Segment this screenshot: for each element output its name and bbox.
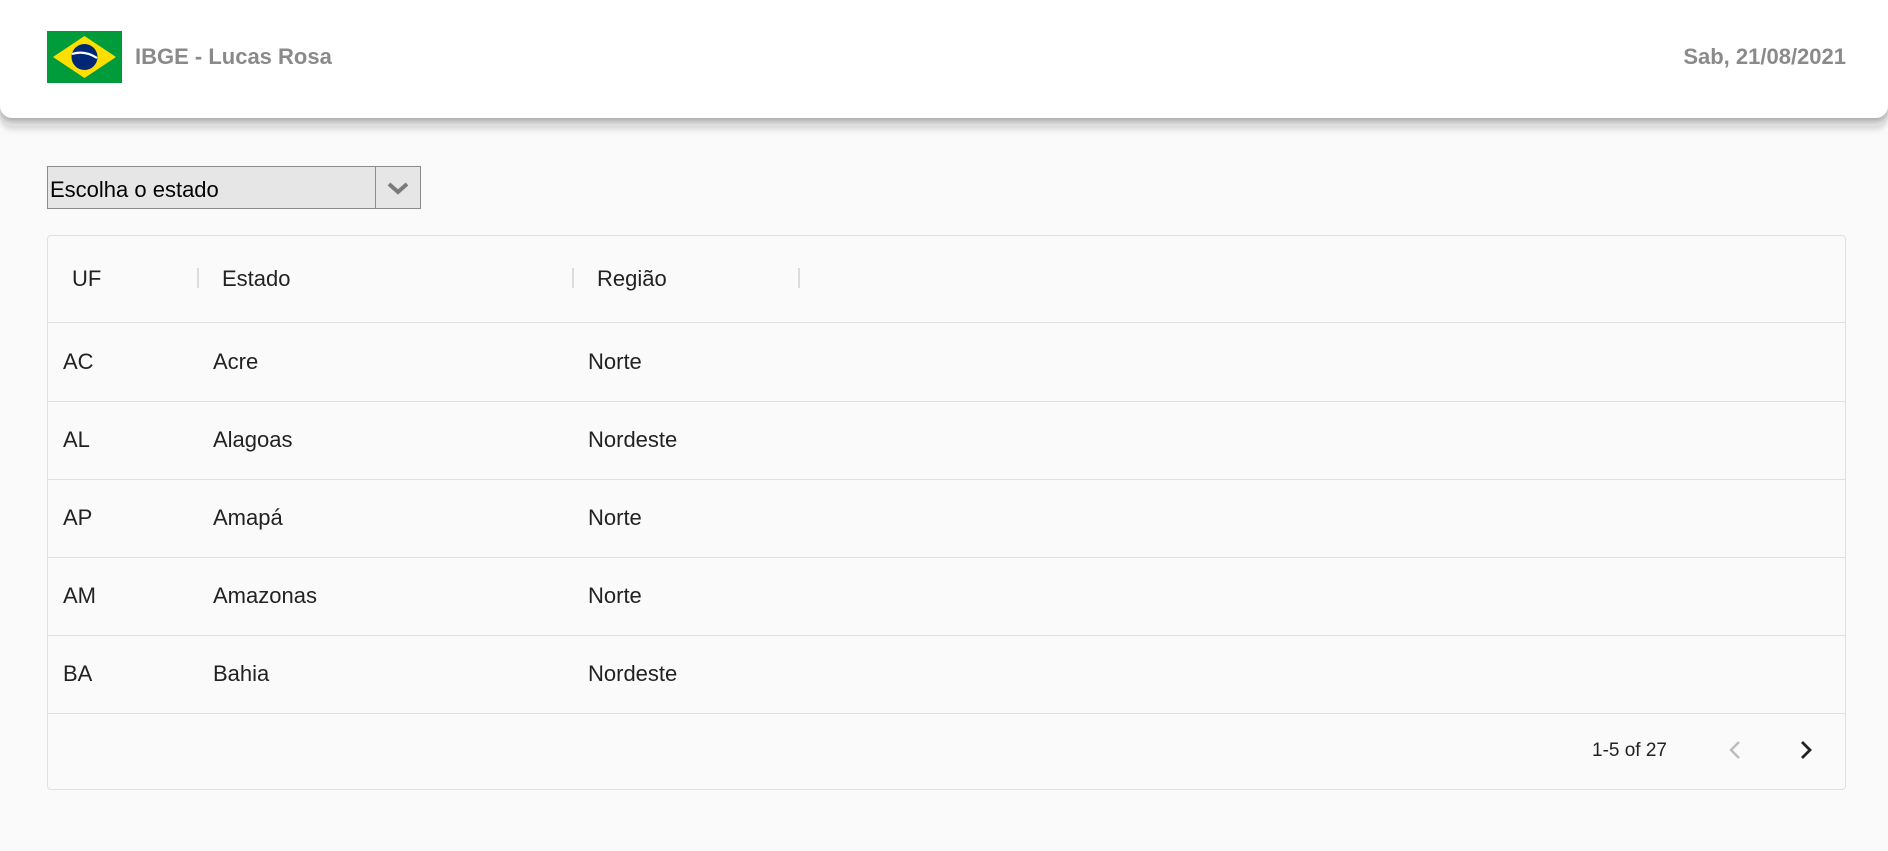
- chevron-right-icon: [1801, 741, 1812, 759]
- app-title: IBGE - Lucas Rosa: [135, 44, 332, 69]
- column-separator[interactable]: [572, 268, 574, 288]
- column-header-estado[interactable]: Estado: [222, 266, 291, 292]
- cell-estado: Amapá: [213, 505, 283, 530]
- column-header-regiao[interactable]: Região: [597, 266, 667, 292]
- table-header: UF Estado Região: [48, 236, 1845, 323]
- cell-regiao: Norte: [588, 583, 642, 608]
- cell-uf: AM: [63, 583, 96, 608]
- cell-regiao: Norte: [588, 349, 642, 374]
- chevron-down-icon: [387, 182, 409, 195]
- state-select[interactable]: Escolha o estado: [47, 166, 421, 209]
- column-separator[interactable]: [798, 268, 800, 288]
- current-date: Sab, 21/08/2021: [1683, 44, 1846, 69]
- table-footer: 1-5 of 27: [48, 712, 1845, 789]
- dropdown-button[interactable]: [375, 167, 420, 208]
- cell-regiao: Nordeste: [588, 427, 678, 452]
- cell-regiao: Nordeste: [588, 661, 678, 686]
- cell-uf: AC: [63, 349, 94, 374]
- cell-uf: AL: [63, 427, 90, 452]
- cell-estado: Alagoas: [213, 427, 293, 452]
- cell-estado: Amazonas: [213, 583, 317, 608]
- state-select-value: Escolha o estado: [50, 177, 219, 202]
- cell-uf: BA: [63, 661, 93, 686]
- previous-page-button[interactable]: [1717, 732, 1753, 768]
- brazil-flag-icon: [47, 31, 122, 83]
- next-page-button[interactable]: [1788, 732, 1824, 768]
- column-header-uf[interactable]: UF: [72, 266, 101, 292]
- app-header: IBGE - Lucas Rosa Sab, 21/08/2021: [0, 0, 1888, 118]
- table-row[interactable]: AC Acre Norte: [48, 323, 1845, 402]
- cell-estado: Acre: [213, 349, 259, 374]
- table-row[interactable]: AM Amazonas Norte: [48, 557, 1845, 636]
- cell-uf: AP: [63, 505, 93, 530]
- table-row[interactable]: AP Amapá Norte: [48, 479, 1845, 558]
- pagination-label: 1-5 of 27: [1592, 740, 1667, 761]
- table-row[interactable]: AL Alagoas Nordeste: [48, 401, 1845, 480]
- states-table: UF Estado Região AC Acre Norte AL Alagoa…: [47, 235, 1846, 790]
- table-row[interactable]: BA Bahia Nordeste: [48, 635, 1845, 714]
- column-separator[interactable]: [197, 268, 199, 288]
- cell-regiao: Norte: [588, 505, 642, 530]
- cell-estado: Bahia: [213, 661, 270, 686]
- chevron-left-icon: [1729, 741, 1740, 759]
